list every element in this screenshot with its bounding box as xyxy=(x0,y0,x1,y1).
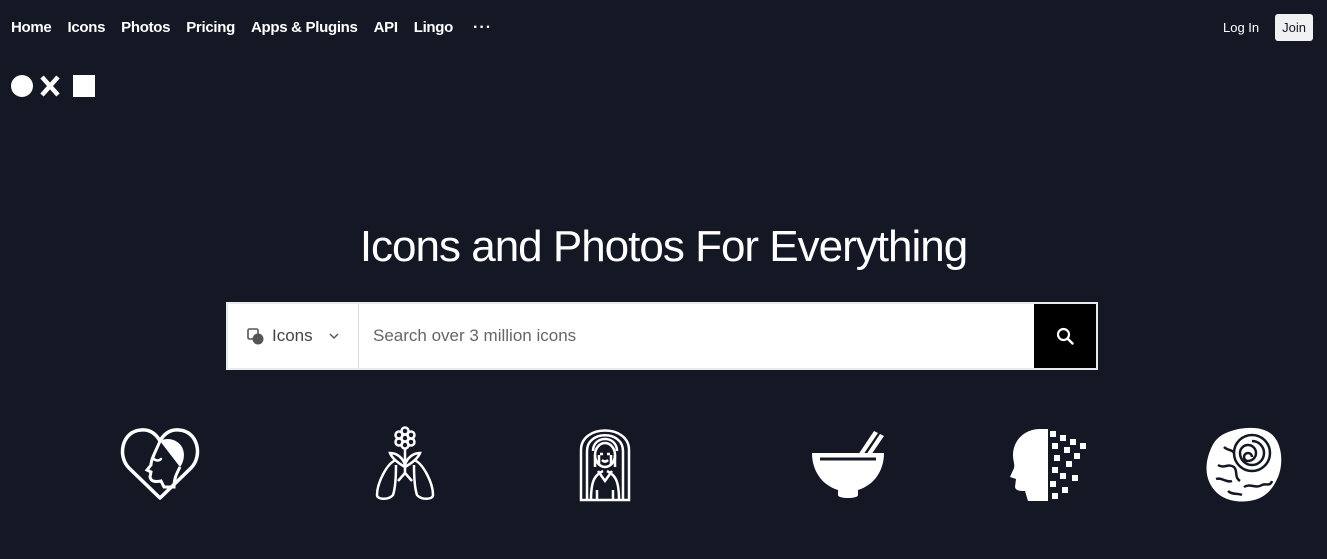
nav-icons[interactable]: Icons xyxy=(67,19,105,37)
fossil-rock-icon[interactable] xyxy=(1204,425,1284,505)
search-icon xyxy=(1056,327,1074,345)
nav-photos[interactable]: Photos xyxy=(121,19,170,37)
nav-apps-plugins[interactable]: Apps & Plugins xyxy=(251,19,358,37)
search-bar: Icons xyxy=(226,302,1098,370)
hero-title: Icons and Photos For Everything xyxy=(359,222,968,271)
head-pixels-icon[interactable] xyxy=(1008,425,1088,505)
nav-home[interactable]: Home xyxy=(11,19,52,37)
nav-api[interactable]: API xyxy=(374,19,398,37)
search-type-label: Icons xyxy=(272,326,313,345)
top-nav: Home Icons Photos Pricing Apps & Plugins… xyxy=(11,19,492,37)
join-button[interactable]: Join xyxy=(1275,14,1313,41)
bowl-chopsticks-icon[interactable] xyxy=(808,425,888,505)
flower-lungs-icon[interactable] xyxy=(365,425,445,505)
search-button[interactable] xyxy=(1034,304,1096,368)
search-type-dropdown[interactable]: Icons xyxy=(228,304,359,368)
woman-arch-icon[interactable] xyxy=(565,425,645,505)
more-menu-icon[interactable]: ··· xyxy=(473,19,492,37)
auth-links: Log In Join xyxy=(1223,14,1313,41)
icons-type-icon xyxy=(247,327,264,344)
nav-lingo[interactable]: Lingo xyxy=(414,19,454,37)
logo[interactable] xyxy=(11,75,97,97)
chevron-down-icon xyxy=(329,333,339,339)
login-link[interactable]: Log In xyxy=(1223,20,1259,35)
circle-x-square-logo xyxy=(11,75,95,97)
search-input[interactable] xyxy=(359,304,1034,368)
heart-face-icon[interactable] xyxy=(120,425,200,505)
nav-pricing[interactable]: Pricing xyxy=(186,19,235,37)
